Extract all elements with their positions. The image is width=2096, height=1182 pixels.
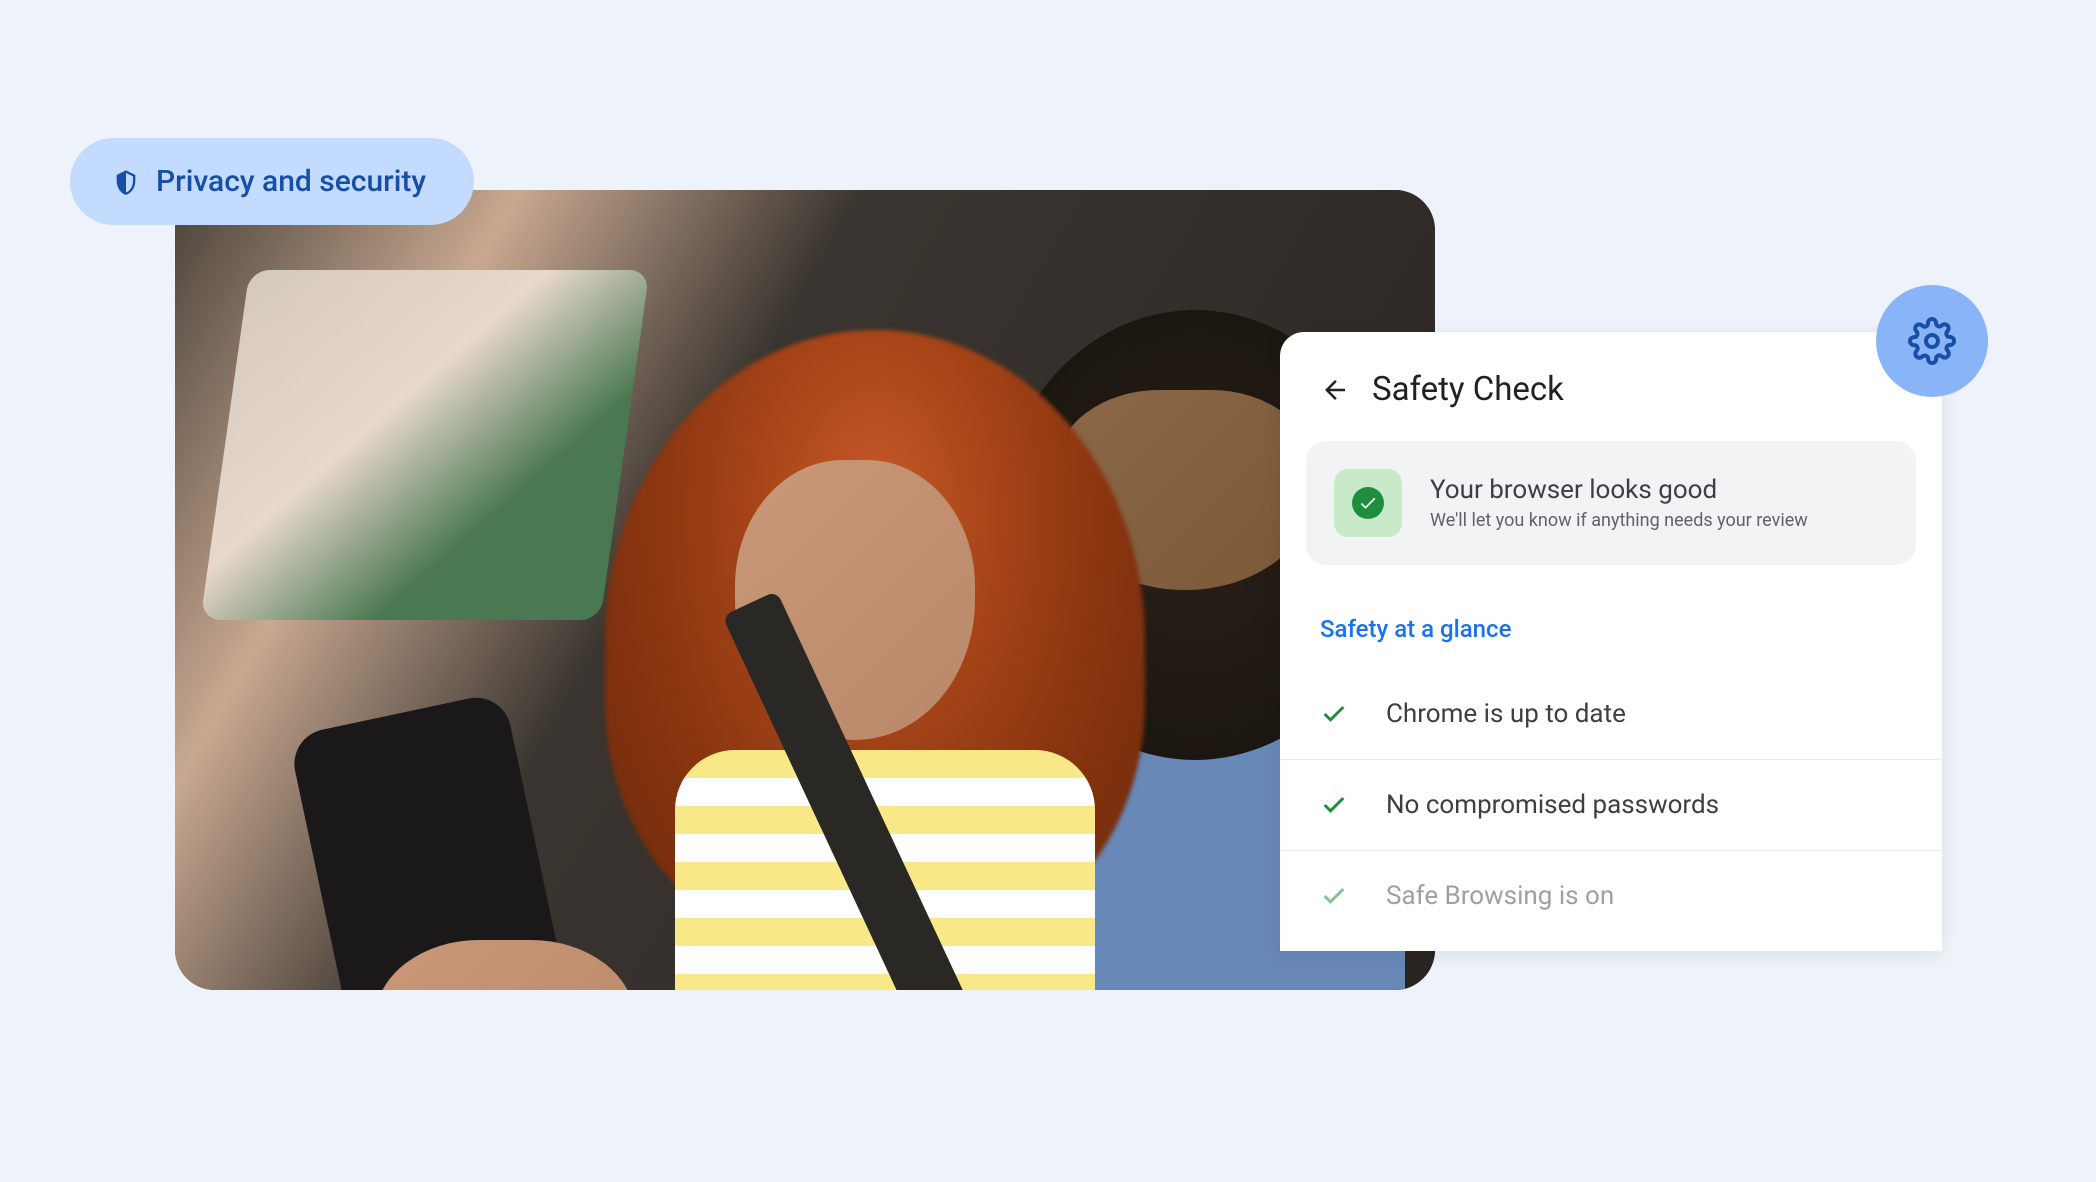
hero-illustration bbox=[175, 190, 1435, 990]
check-icon bbox=[1320, 700, 1348, 728]
safety-check-title: Safety Check bbox=[1372, 370, 1564, 409]
status-icon-box bbox=[1334, 469, 1402, 537]
safety-check-card: Safety Check Your browser looks good We'… bbox=[1280, 332, 1942, 951]
privacy-chip-label: Privacy and security bbox=[156, 164, 426, 199]
privacy-security-chip[interactable]: Privacy and security bbox=[70, 138, 474, 225]
check-icon bbox=[1320, 882, 1348, 910]
status-title: Your browser looks good bbox=[1430, 475, 1808, 505]
check-label: No compromised passwords bbox=[1386, 790, 1719, 820]
section-label: Safety at a glance bbox=[1280, 601, 1942, 669]
check-list: Chrome is up to date No compromised pass… bbox=[1280, 669, 1942, 951]
check-item-update[interactable]: Chrome is up to date bbox=[1280, 669, 1942, 760]
check-item-safebrowsing[interactable]: Safe Browsing is on bbox=[1280, 851, 1942, 951]
check-item-passwords[interactable]: No compromised passwords bbox=[1280, 760, 1942, 851]
status-banner: Your browser looks good We'll let you kn… bbox=[1306, 441, 1916, 565]
status-subtitle: We'll let you know if anything needs you… bbox=[1430, 510, 1808, 531]
check-icon bbox=[1320, 791, 1348, 819]
check-label: Chrome is up to date bbox=[1386, 699, 1626, 729]
shield-icon bbox=[112, 168, 140, 196]
status-text: Your browser looks good We'll let you kn… bbox=[1430, 475, 1808, 531]
check-label: Safe Browsing is on bbox=[1386, 881, 1614, 911]
check-circle-icon bbox=[1352, 487, 1384, 519]
hero-image bbox=[175, 190, 1435, 990]
settings-gear-badge[interactable] bbox=[1876, 285, 1988, 397]
gear-icon bbox=[1908, 317, 1956, 365]
safety-check-header: Safety Check bbox=[1280, 332, 1942, 441]
back-arrow-icon[interactable] bbox=[1320, 375, 1350, 405]
